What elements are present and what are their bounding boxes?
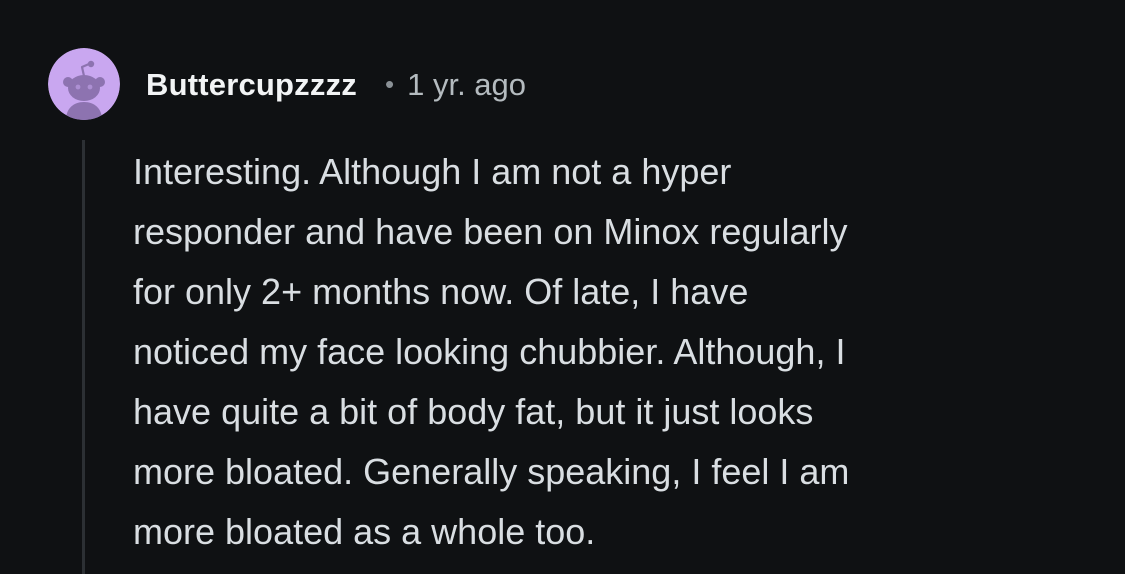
- comment-body-line: noticed my face looking chubbier. Althou…: [133, 331, 846, 372]
- comment: Buttercupzzzz • 1 yr. ago Interesting. A…: [0, 0, 1125, 574]
- comment-header: Buttercupzzzz • 1 yr. ago: [146, 64, 526, 106]
- comment-body-line: more bloated as a whole too.: [133, 511, 596, 552]
- comment-body-line: responder and have been on Minox regular…: [133, 211, 848, 252]
- comment-body-line: have quite a bit of body fat, but it jus…: [133, 391, 814, 432]
- snoo-avatar-icon: [48, 48, 120, 120]
- timestamp-link[interactable]: 1 yr. ago: [407, 67, 526, 103]
- avatar[interactable]: [48, 48, 120, 120]
- comment-body: Interesting. Although I am not a hyper r…: [133, 142, 1093, 562]
- thread-line[interactable]: [82, 140, 85, 574]
- comment-body-line: more bloated. Generally speaking, I feel…: [133, 451, 850, 492]
- username-link[interactable]: Buttercupzzzz: [146, 67, 357, 103]
- comment-body-line: for only 2+ months now. Of late, I have: [133, 271, 749, 312]
- separator-dot: •: [385, 68, 395, 99]
- comment-body-line: Interesting. Although I am not a hyper: [133, 151, 732, 192]
